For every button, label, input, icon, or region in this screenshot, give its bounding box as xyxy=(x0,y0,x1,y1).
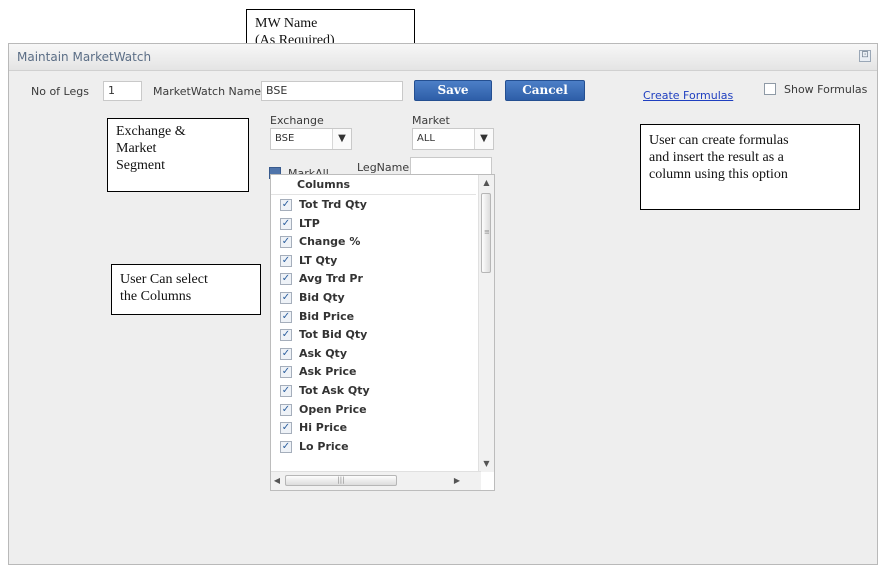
checkmark-icon[interactable]: ✓ xyxy=(280,422,292,435)
callout-formulas-line1: User can create formulas xyxy=(649,133,789,148)
market-select-value: ALL xyxy=(417,133,435,144)
checkmark-icon[interactable]: ✓ xyxy=(280,291,292,304)
scroll-right-icon[interactable]: ▶ xyxy=(451,473,463,489)
marketwatch-name-input[interactable]: BSE xyxy=(261,81,403,101)
column-row[interactable]: ✓ Open Price xyxy=(271,401,481,420)
chevron-down-icon[interactable]: ▼ xyxy=(332,129,351,149)
columns-header: Columns xyxy=(271,175,476,195)
market-label: Market xyxy=(412,114,450,127)
cancel-button[interactable]: Cancel xyxy=(505,80,585,101)
callout-columns: User Can select the Columns xyxy=(111,264,261,315)
checkmark-icon[interactable]: ✓ xyxy=(280,199,292,211)
exchange-select-value: BSE xyxy=(275,133,295,144)
column-label: LTP xyxy=(299,216,320,230)
column-row[interactable]: ✓ Bid Price xyxy=(271,308,481,327)
checkmark-icon[interactable]: ✓ xyxy=(280,273,292,286)
checkmark-icon[interactable]: ✓ xyxy=(280,217,292,230)
callout-formulas-line2: and insert the result as a xyxy=(649,150,784,165)
column-row[interactable]: ✓ Ask Qty xyxy=(271,345,481,364)
scroll-left-icon[interactable]: ◀ xyxy=(271,473,283,489)
columns-listbox[interactable]: Columns ✓ Tot Trd Qty ✓ LTP ✓ Change % ✓ LT Qty… xyxy=(270,174,495,491)
marketwatch-name-label: MarketWatch Name xyxy=(153,85,262,98)
callout-mw-name-line1: MW Name xyxy=(255,16,318,31)
show-formulas-checkbox[interactable] xyxy=(764,83,776,95)
callout-formulas: User can create formulas and insert the … xyxy=(640,124,860,210)
checkmark-icon[interactable]: ✓ xyxy=(280,403,292,416)
create-formulas-link[interactable]: Create Formulas xyxy=(643,89,733,102)
save-button[interactable]: Save xyxy=(414,80,492,101)
horizontal-scrollbar[interactable]: ◀ ||| ▶ xyxy=(271,471,481,490)
column-row[interactable]: ✓ Lo Price xyxy=(271,438,481,457)
checkmark-icon[interactable]: ✓ xyxy=(280,347,292,360)
column-row[interactable]: ✓ Avg Trd Pr xyxy=(271,270,481,289)
column-label: Avg Trd Pr xyxy=(299,272,363,286)
legname-label: LegName xyxy=(357,161,410,174)
column-row[interactable]: ✓ Change % xyxy=(271,233,481,252)
column-label: Hi Price xyxy=(299,421,348,435)
checkmark-icon[interactable]: ✓ xyxy=(280,254,292,267)
exchange-label: Exchange xyxy=(270,114,324,127)
callout-columns-line1: User Can select xyxy=(120,272,208,287)
callout-exchange-line1: Exchange & xyxy=(116,124,186,139)
horizontal-scroll-thumb[interactable]: ||| xyxy=(285,475,397,486)
exchange-select[interactable]: BSE ▼ xyxy=(270,128,352,150)
column-row[interactable]: ✓ Hi Price xyxy=(271,419,481,438)
column-row[interactable]: ✓ LTP xyxy=(271,215,481,234)
checkmark-icon[interactable]: ✓ xyxy=(280,384,292,397)
column-label: Tot Trd Qty xyxy=(299,198,367,211)
column-row[interactable]: ✓ LT Qty xyxy=(271,252,481,271)
column-row[interactable]: ✓ Ask Price xyxy=(271,363,481,382)
column-label: LT Qty xyxy=(299,253,338,267)
column-row[interactable]: ✓ Tot Ask Qty xyxy=(271,382,481,401)
column-label: Ask Price xyxy=(299,365,357,379)
column-label: Tot Ask Qty xyxy=(299,383,370,397)
checkmark-icon[interactable]: ✓ xyxy=(280,329,292,342)
no-of-legs-label: No of Legs xyxy=(31,85,89,98)
column-row[interactable]: ✓ Bid Qty xyxy=(271,289,481,308)
market-select[interactable]: ALL ▼ xyxy=(412,128,494,150)
vertical-scrollbar[interactable]: ▲ ≡ ▼ xyxy=(478,175,494,472)
column-row[interactable]: ✓ Tot Trd Qty xyxy=(271,196,481,215)
close-icon[interactable]: ⊡ xyxy=(859,50,871,62)
checkmark-icon[interactable]: ✓ xyxy=(280,310,292,323)
scroll-thumb[interactable]: ≡ xyxy=(481,193,491,273)
column-label: Lo Price xyxy=(299,439,349,453)
checkmark-icon[interactable]: ✓ xyxy=(280,236,292,249)
callout-columns-line2: the Columns xyxy=(120,289,192,304)
column-label: Bid Price xyxy=(299,309,355,323)
scroll-up-icon[interactable]: ▲ xyxy=(479,175,494,191)
dialog-title: Maintain MarketWatch xyxy=(17,50,152,64)
checkmark-icon[interactable]: ✓ xyxy=(280,366,292,379)
callout-formulas-line3: column using this option xyxy=(649,167,788,182)
scroll-down-icon[interactable]: ▼ xyxy=(479,456,494,472)
column-label: Open Price xyxy=(299,402,367,416)
no-of-legs-input[interactable]: 1 xyxy=(103,81,142,101)
show-formulas-label: Show Formulas xyxy=(784,83,868,96)
chevron-down-icon[interactable]: ▼ xyxy=(474,129,493,149)
column-row[interactable]: ✓ Tot Bid Qty xyxy=(271,326,481,345)
callout-exchange-segment: Exchange & Market Segment xyxy=(107,118,249,192)
callout-exchange-line3: Segment xyxy=(116,158,165,173)
column-label: Ask Qty xyxy=(299,346,347,360)
column-label: Change % xyxy=(299,235,361,249)
columns-list: ✓ Tot Trd Qty ✓ LTP ✓ Change % ✓ LT Qty ✓ Avg Trd… xyxy=(271,196,481,472)
column-label: Bid Qty xyxy=(299,290,345,304)
column-label: Tot Bid Qty xyxy=(299,328,368,342)
callout-exchange-line2: Market xyxy=(116,141,157,156)
checkmark-icon[interactable]: ✓ xyxy=(280,440,292,453)
dialog-titlebar: Maintain MarketWatch ⊡ xyxy=(9,44,877,71)
